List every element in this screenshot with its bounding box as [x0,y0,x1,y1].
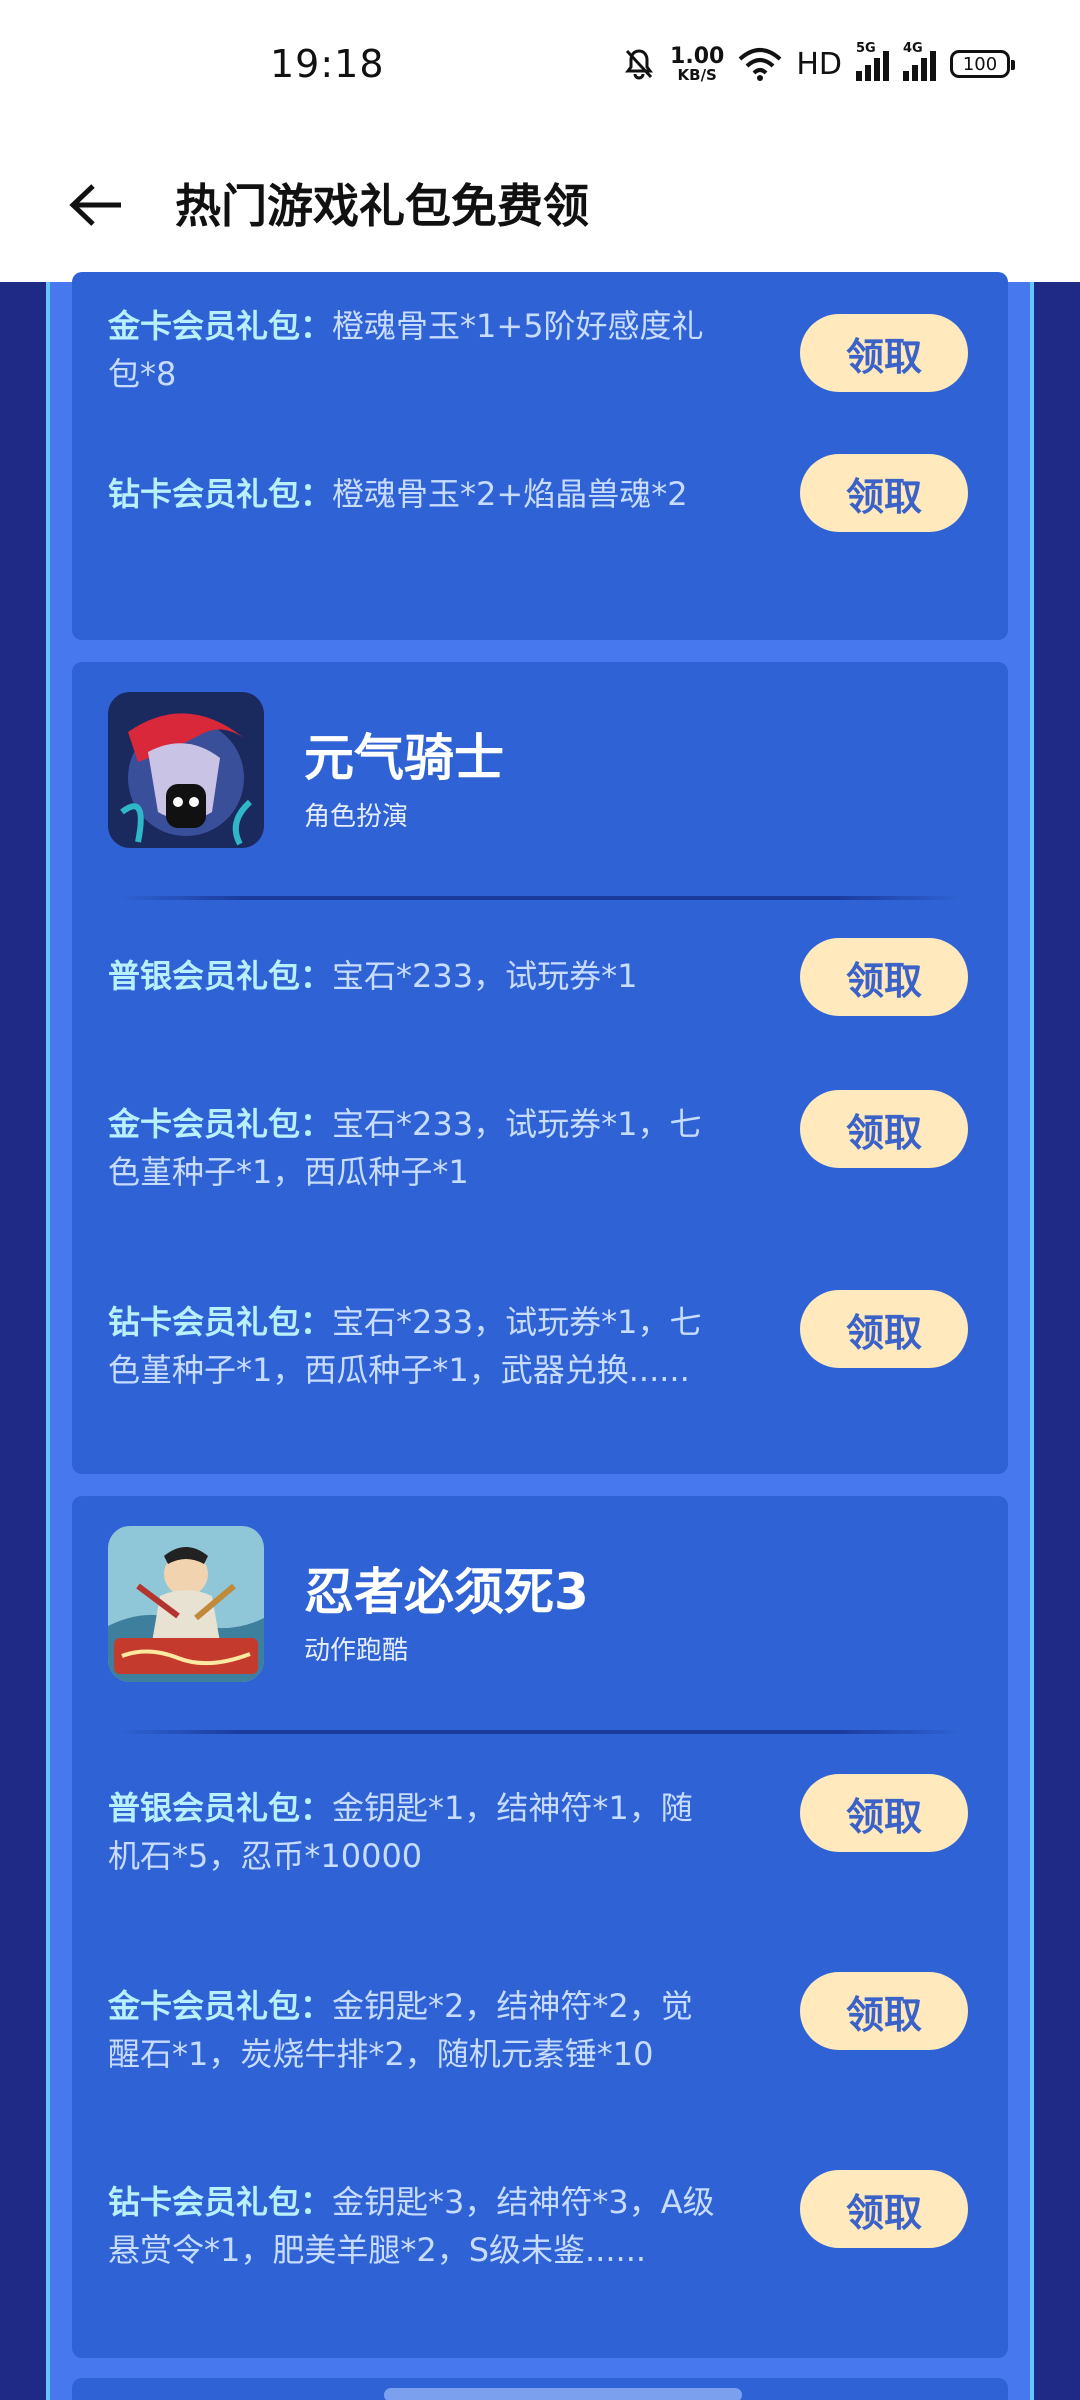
gift-row: 金卡会员礼包：金钥匙*2，结神符*2，觉醒石*1，炭烧牛排*2，随机元素锤*10… [108,1972,978,2092]
gift-row: 钻卡会员礼包：橙魂骨玉*2+焰晶兽魂*2 领取 [108,454,978,570]
gift-description: 钻卡会员礼包：橙魂骨玉*2+焰晶兽魂*2 [108,475,688,513]
game-icon[interactable] [108,692,264,848]
game-name: 忍者必须死3 [304,1563,589,1621]
claim-button[interactable]: 领取 [800,1290,968,1368]
gift-row: 普银会员礼包：宝石*233，试玩券*1 领取 [108,938,978,1042]
claim-button[interactable]: 领取 [800,938,968,1016]
gift-description: 钻卡会员礼包：宝石*233，试玩券*1，七色堇种子*1，西瓜种子*1，武器兑换.… [108,1303,702,1389]
gift-description: 金卡会员礼包：宝石*233，试玩券*1，七色堇种子*1，西瓜种子*1 [108,1105,702,1191]
gift-row: 金卡会员礼包：宝石*233，试玩券*1，七色堇种子*1，西瓜种子*1 领取 [108,1090,978,1210]
battery-icon: 100 [950,50,1015,78]
claim-button[interactable]: 领取 [800,2170,968,2248]
game-category: 角色扮演 [304,802,409,832]
divider [120,896,960,900]
back-button[interactable] [62,170,132,240]
gift-description: 普银会员礼包：金钥匙*1，结神符*1，随机石*5，忍币*10000 [108,1789,693,1875]
app-header: 热门游戏礼包免费领 [0,130,1080,282]
game-card: 忍者必须死3 动作跑酷 普银会员礼包：金钥匙*1，结神符*1，随机石*5，忍币*… [72,1496,1008,2358]
hd-label: HD [796,46,842,82]
claim-button[interactable]: 领取 [800,1972,968,2050]
gift-list[interactable]: 金卡会员礼包：橙魂骨玉*1+5阶好感度礼包*8 领取 钻卡会员礼包：橙魂骨玉*2… [46,272,1034,2400]
wifi-icon [738,48,782,81]
gift-description: 普银会员礼包：宝石*233，试玩券*1 [108,957,638,995]
claim-button[interactable]: 领取 [800,314,968,392]
network-speed: 1.00 KB/S [670,43,725,84]
game-card: 元气骑士 角色扮演 普银会员礼包：宝石*233，试玩券*1 领取 金卡会员礼包：… [72,662,1008,1474]
signal-icon: 4G [903,41,936,81]
arrow-left-icon [69,184,121,226]
gift-row: 普银会员礼包：金钥匙*1，结神符*1，随机石*5，忍币*10000 领取 [108,1774,978,1894]
status-time: 19:18 [270,42,385,86]
gift-row: 钻卡会员礼包：宝石*233，试玩券*1，七色堇种子*1，西瓜种子*1，武器兑换.… [108,1290,978,1408]
game-header: 元气骑士 角色扮演 [108,692,968,852]
status-bar: 19:18 1.00 KB/S HD 5G 4G 100 [0,0,1080,130]
game-card: 金卡会员礼包：橙魂骨玉*1+5阶好感度礼包*8 领取 钻卡会员礼包：橙魂骨玉*2… [72,272,1008,640]
bell-muted-icon [625,49,654,80]
gift-description: 金卡会员礼包：金钥匙*2，结神符*2，觉醒石*1，炭烧牛排*2，随机元素锤*10 [108,1987,693,2073]
game-header: 忍者必须死3 动作跑酷 [108,1526,968,1686]
signal-icon: 5G [856,41,889,81]
divider [120,1730,960,1734]
game-icon[interactable] [108,1526,264,1682]
claim-button[interactable]: 领取 [800,454,968,532]
game-name: 元气骑士 [304,729,504,787]
page-title: 热门游戏礼包免费领 [175,179,589,233]
gift-description: 金卡会员礼包：橙魂骨玉*1+5阶好感度礼包*8 [108,307,704,393]
gift-row: 金卡会员礼包：橙魂骨玉*1+5阶好感度礼包*8 领取 [108,302,978,412]
status-icons: 1.00 KB/S HD 5G 4G 100 [622,41,1015,86]
card-placeholder [384,2388,742,2400]
game-category: 动作跑酷 [304,1636,409,1666]
claim-button[interactable]: 领取 [800,1774,968,1852]
gift-description: 钻卡会员礼包：金钥匙*3，结神符*3，A级悬赏令*1，肥美羊腿*2，S级未鉴..… [108,2183,715,2269]
claim-button[interactable]: 领取 [800,1090,968,1168]
gift-row: 钻卡会员礼包：金钥匙*3，结神符*3，A级悬赏令*1，肥美羊腿*2，S级未鉴..… [108,2170,978,2288]
